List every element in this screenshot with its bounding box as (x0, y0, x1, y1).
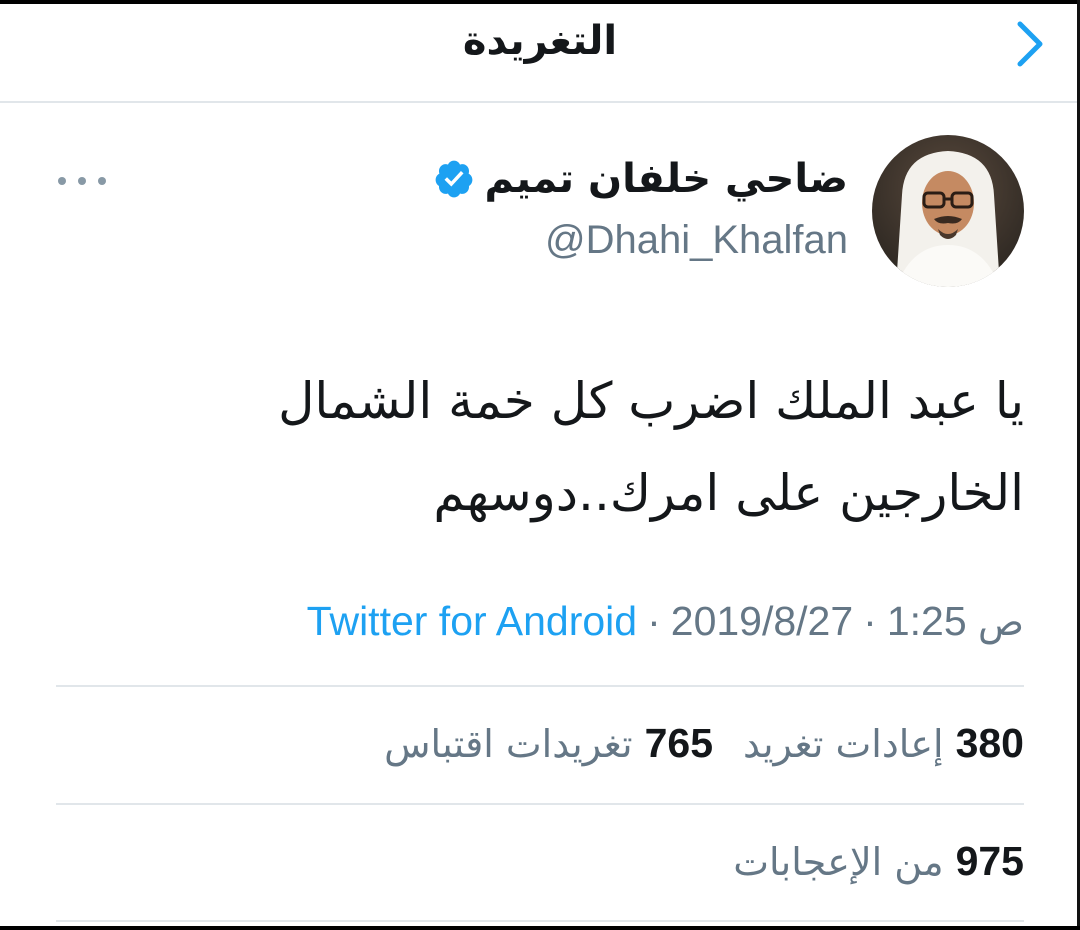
divider (56, 685, 1024, 687)
divider (56, 920, 1024, 922)
tweet-text: يا عبد الملك اضرب كل خمة الشمال الخارجين… (124, 355, 1024, 539)
tweet-ampm: ص (978, 600, 1024, 644)
more-dot (78, 177, 86, 185)
quotes-count: 765 (644, 720, 714, 766)
quotes-label: تغريدات اقتباس (384, 722, 633, 766)
separator: · (647, 598, 661, 644)
quotes-stat[interactable]: 765 تغريدات اقتباس (384, 720, 713, 767)
retweets-count: 380 (955, 720, 1024, 766)
likes-label: من الإعجابات (733, 840, 944, 884)
top-bar: التغريدة (0, 4, 1080, 101)
likes-stat[interactable]: 975 من الإعجابات (733, 838, 1024, 885)
header-divider (0, 101, 1080, 103)
retweets-label: إعادات تغريد (743, 722, 944, 766)
tweet-text-line: يا عبد الملك اضرب كل خمة الشمال (278, 372, 1024, 430)
back-button[interactable] (1010, 18, 1050, 70)
tweet-meta: Twitter for Android · ص 1:25·2019/8/27 (307, 598, 1024, 645)
author-handle[interactable]: @Dhahi_Khalfan (545, 218, 848, 263)
divider (56, 803, 1024, 805)
likes-count: 975 (955, 838, 1024, 884)
author-name-row[interactable]: ضاحي خلفان تميم (433, 156, 848, 202)
page-title: التغريدة (462, 18, 618, 64)
engagement-stats: 380 إعادات تغريد 765 تغريدات اقتباس (384, 720, 1024, 767)
tweet-text-line: الخارجين على امرك..دوسهم (433, 464, 1024, 522)
retweets-stat[interactable]: 380 إعادات تغريد (743, 720, 1024, 767)
more-dot (98, 177, 106, 185)
more-options-button[interactable] (58, 166, 106, 196)
avatar-photo (872, 135, 1024, 287)
tweet-date: 2019/8/27 (670, 598, 854, 644)
tweet-time: 1:25 (886, 598, 967, 644)
more-horizontal-icon (58, 177, 66, 185)
screen-bottom-edge (0, 926, 1080, 930)
chevron-right-icon (1017, 21, 1043, 67)
author-display-name[interactable]: ضاحي خلفان تميم (485, 156, 848, 202)
avatar[interactable] (872, 135, 1024, 287)
separator: · (863, 598, 877, 644)
verified-badge-icon (435, 160, 472, 198)
tweet-source-link[interactable]: Twitter for Android (307, 598, 637, 644)
